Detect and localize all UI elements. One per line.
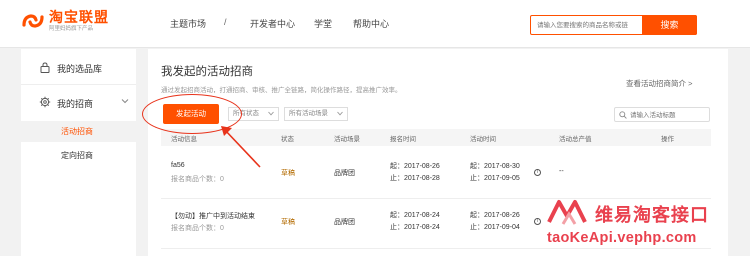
nav-help-center[interactable]: 帮助中心 xyxy=(353,17,389,30)
activity-end: 止：2017-09-05 xyxy=(470,175,520,182)
chevron-down-icon xyxy=(121,99,129,104)
watermark-text: 维易淘客接口 xyxy=(595,205,709,225)
lock-icon xyxy=(40,62,50,73)
intro-link[interactable]: 查看活动招商简介 > xyxy=(626,78,692,89)
activity-search xyxy=(614,107,710,122)
status-badge: 草稿 xyxy=(281,170,295,177)
activity-total: -- xyxy=(559,168,564,175)
column-header: 报名时间 xyxy=(390,136,416,143)
watermark-url: taoKeApi.vephp.com xyxy=(547,230,697,246)
nav-theme-market[interactable]: 主题市场 xyxy=(170,17,206,30)
activity-start: 起：2017-08-30 xyxy=(470,163,520,170)
activity-start: 起：2017-08-26 xyxy=(470,212,520,219)
signup-end: 止：2017-08-24 xyxy=(390,224,440,231)
logo-subtitle: 阿里妈妈旗下产品 xyxy=(49,26,94,32)
logo-mark-icon xyxy=(22,14,44,28)
scene-filter-value: 所有活动场景 xyxy=(289,110,328,117)
chevron-down-icon xyxy=(268,111,274,116)
page: 淘宝联盟 阿里妈妈旗下产品 主题市场 / 开发者中心 学堂 帮助中心 搜索 我的… xyxy=(0,0,750,256)
header-search-input[interactable] xyxy=(537,19,637,31)
header-search: 搜索 xyxy=(530,15,697,35)
sidebar-item-label: 我的选品库 xyxy=(57,64,103,74)
signup-start: 起：2017-08-26 xyxy=(390,163,440,170)
sidebar-subitem-label: 活动招商 xyxy=(61,127,93,136)
sidebar-item-label: 我的招商 xyxy=(57,99,94,109)
info-icon[interactable]: i xyxy=(534,169,541,176)
sidebar-item-my-merchants[interactable]: 我的招商 xyxy=(21,93,136,113)
header-search-button[interactable]: 搜索 xyxy=(642,15,697,35)
logo[interactable]: 淘宝联盟 阿里妈妈旗下产品 xyxy=(21,9,109,33)
watermark: 维易淘客接口 taoKeApi.vephp.com xyxy=(545,198,745,250)
activity-name[interactable]: fa56 xyxy=(171,162,185,169)
column-header: 状态 xyxy=(281,136,294,143)
page-title: 我发起的活动招商 xyxy=(161,66,253,78)
column-header: 活动场景 xyxy=(334,136,360,143)
activity-end: 止：2017-09-04 xyxy=(470,224,520,231)
sidebar-subitem-activity-merchants[interactable]: 活动招商 xyxy=(21,121,136,142)
sidebar-subitem-targeted-merchants[interactable]: 定向招商 xyxy=(21,145,136,166)
search-icon xyxy=(619,111,627,119)
signup-count: 报名商品个数：0 xyxy=(171,225,224,232)
scene-filter-select[interactable]: 所有活动场景 xyxy=(284,107,348,121)
nav-separator: / xyxy=(224,17,227,27)
status-badge: 草稿 xyxy=(281,219,295,226)
watermark-logo-icon xyxy=(547,200,587,225)
activity-name[interactable]: 【勿动】推广中到活动结束 xyxy=(171,211,255,221)
sidebar-item-selection-library[interactable]: 我的选品库 xyxy=(21,59,136,79)
nav-academy[interactable]: 学堂 xyxy=(314,17,332,30)
page-intro: 通过发起招商活动，打通招商、审核、推广全链路，简化操作路径，提高推广效率。 xyxy=(161,87,402,94)
sidebar: 我的选品库 我的招商 活动招商 定向招商 xyxy=(21,49,136,256)
activity-scene: 品牌团 xyxy=(334,219,355,226)
chevron-down-icon xyxy=(337,111,343,116)
logo-title: 淘宝联盟 xyxy=(49,9,109,25)
activity-scene: 品牌团 xyxy=(334,170,355,177)
column-header: 操作 xyxy=(661,136,674,143)
signup-start: 起：2017-08-24 xyxy=(390,212,440,219)
gear-icon xyxy=(39,96,51,108)
annotation-arrow-icon xyxy=(221,126,261,168)
activity-search-input[interactable] xyxy=(630,110,706,120)
sidebar-subitem-label: 定向招商 xyxy=(61,151,93,160)
column-header: 活动总产值 xyxy=(559,136,592,143)
top-header: 淘宝联盟 阿里妈妈旗下产品 主题市场 / 开发者中心 学堂 帮助中心 搜索 xyxy=(0,0,750,48)
sidebar-divider xyxy=(21,84,136,85)
column-header: 活动信息 xyxy=(171,136,197,143)
nav-developer-center[interactable]: 开发者中心 xyxy=(250,17,295,30)
column-header: 活动时间 xyxy=(470,136,496,143)
info-icon[interactable]: i xyxy=(534,218,541,225)
signup-end: 止：2017-08-28 xyxy=(390,175,440,182)
